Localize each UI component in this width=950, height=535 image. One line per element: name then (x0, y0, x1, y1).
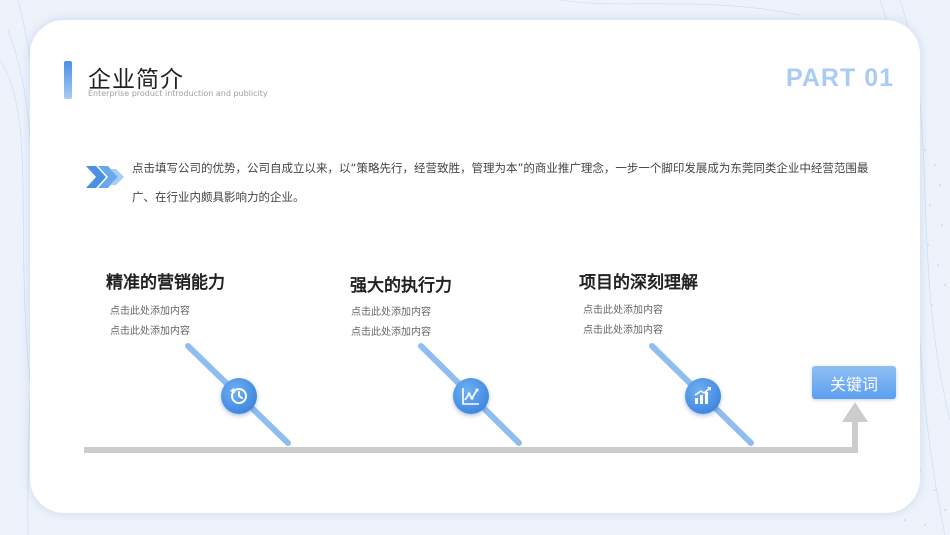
keyword-button[interactable]: 关键词 (812, 366, 896, 399)
node-execution (453, 378, 489, 414)
growth-bars-icon (694, 387, 711, 404)
clock-refresh-icon (230, 388, 247, 404)
arrow-head (842, 402, 868, 422)
line-chart-icon (462, 388, 479, 405)
node-marketing (221, 378, 257, 414)
node-understanding (685, 378, 721, 414)
timeline-diagram (84, 343, 868, 453)
